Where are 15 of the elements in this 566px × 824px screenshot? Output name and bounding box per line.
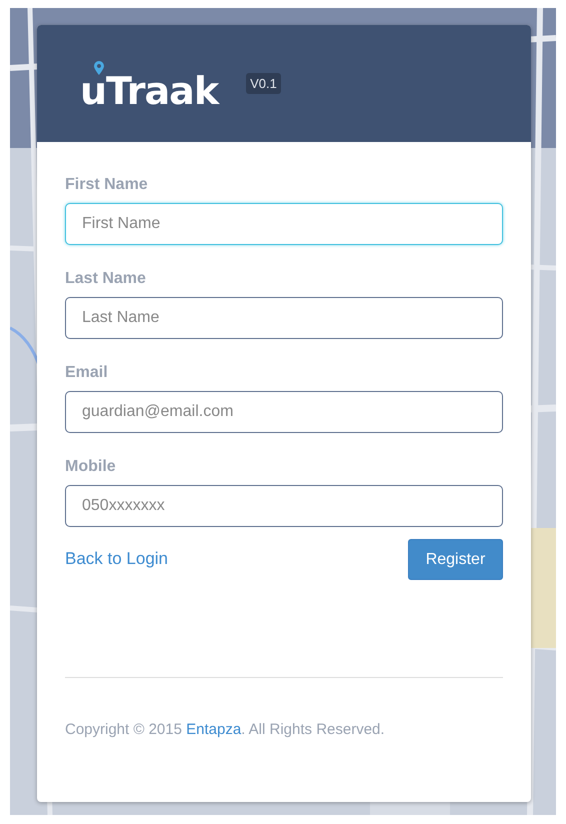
input-field[interactable]: guardian@email.com xyxy=(65,391,503,433)
field-label: Mobile xyxy=(65,458,117,476)
field-label: Last Name xyxy=(65,270,147,288)
input-field[interactable]: Last Name xyxy=(65,297,503,339)
copyright-text: Copyright © 2015 Entapza. All Rights Reserved. xyxy=(65,721,386,738)
input-field[interactable]: 050xxxxxxx xyxy=(65,485,503,527)
location-pin-icon xyxy=(94,61,104,75)
logo-text: uTraak xyxy=(80,76,218,106)
input-field[interactable]: First Name xyxy=(65,203,503,245)
version-badge: V0.1 xyxy=(246,73,281,94)
back-to-login-link[interactable]: Back to Login xyxy=(65,549,168,569)
register-button[interactable]: Register xyxy=(408,539,503,580)
field-label: Email xyxy=(65,364,109,382)
field-label: First Name xyxy=(65,176,149,194)
company-link[interactable]: Entapza xyxy=(186,721,242,738)
